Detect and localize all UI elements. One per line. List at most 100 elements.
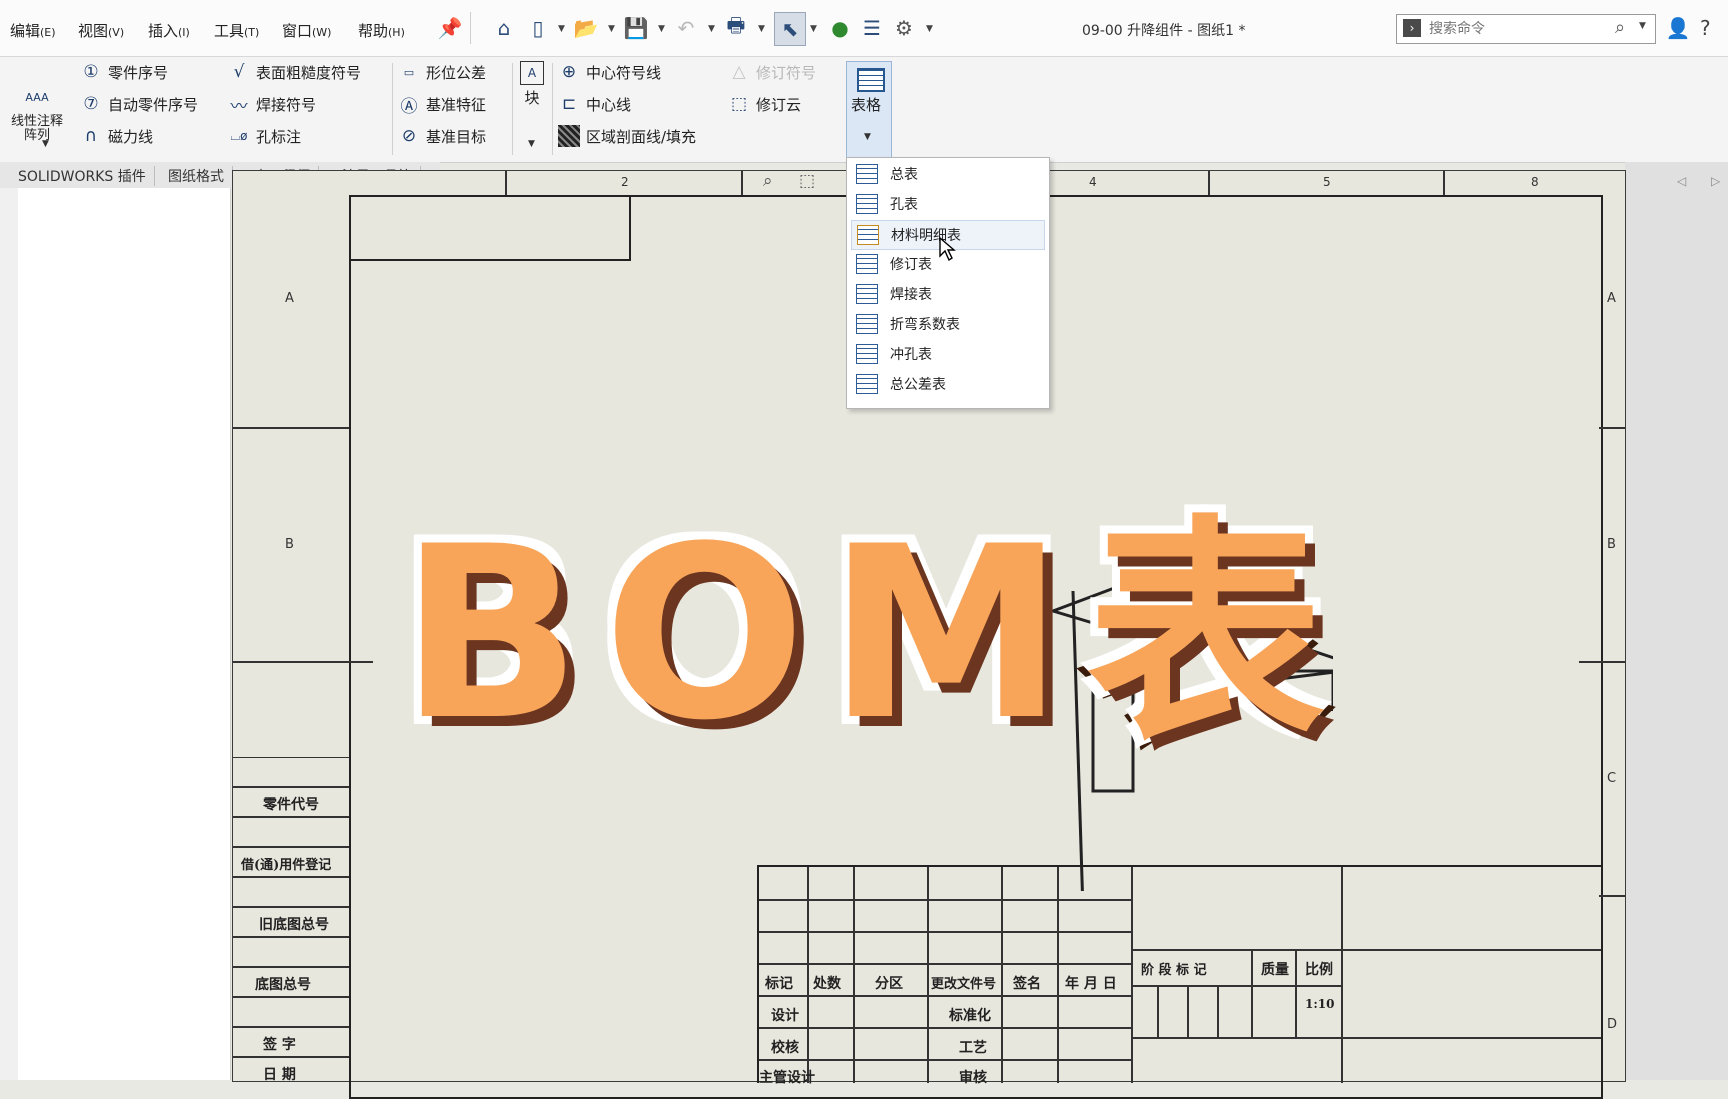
title-row-label: 标准化 [949,1008,991,1024]
button-label: 基准目标 [426,127,487,146]
table-line [233,906,349,908]
options-list-icon[interactable]: ☰ [858,14,886,42]
user-icon[interactable]: 👤 [1664,14,1692,42]
title-header: 签名 [1013,976,1041,992]
zone-line [233,661,373,663]
new-document-icon[interactable]: ▯ [524,14,552,42]
menu-item-tolerance-table[interactable]: 总公差表 [851,370,1043,398]
chevron-down-icon[interactable]: ▼ [758,24,765,34]
table-line [1131,949,1601,951]
zone-line [1599,895,1625,897]
table-button[interactable]: 表格 ▼ [846,61,892,158]
menu-help[interactable]: 帮助(H) [358,20,405,41]
table-icon [856,164,878,184]
corner-box [349,195,631,261]
weld-icon: 〰 [230,96,248,117]
hole-callout-button[interactable]: ⌴ø 孔标注 [228,125,302,147]
menu-item-general-table[interactable]: 总表 [851,160,1043,188]
row-zone-label: A [285,291,294,306]
tab-solidworks-addins[interactable]: SOLIDWORKS 插件 [10,166,155,186]
traffic-light-icon[interactable]: ● [826,14,854,42]
search-icon[interactable]: ⌕ [1615,17,1625,38]
auto-balloon-button[interactable]: ⑦ 自动零件序号 [80,93,198,115]
menu-item-hole-table[interactable]: 孔表 [851,190,1043,218]
weld-symbol-button[interactable]: 〰焊接符号 [228,93,317,117]
linear-note-pattern-button[interactable]: AAA 线性注释阵列 [2,87,72,143]
save-icon[interactable]: 💾 [622,14,650,42]
title-header: 更改文件号 [931,977,997,992]
hatch-fill-button[interactable]: ▨ 区域剖面线/填充 [558,125,696,147]
chevron-down-icon[interactable]: ▼ [42,139,49,149]
center-mark-button[interactable]: ⊕ 中心符号线 [558,61,661,83]
help-button[interactable]: ? [1700,16,1711,40]
mouse-cursor-icon [939,236,956,262]
panel-arrow-icon[interactable]: ◁ [1677,174,1686,188]
table-icon [857,68,885,92]
menu-item-weldment-table[interactable]: 焊接表 [851,280,1043,308]
select-cursor-icon[interactable]: ⬉ [774,12,806,46]
chevron-down-icon[interactable]: ▼ [608,24,615,34]
table-line [759,963,1131,965]
chevron-down-icon[interactable]: ▼ [528,139,535,149]
button-label: 磁力线 [108,127,154,146]
ribbon-divider [392,63,393,155]
chevron-down-icon[interactable]: ▼ [558,24,565,34]
chevron-down-icon[interactable]: ▼ [658,24,665,34]
table-line [1341,867,1343,1083]
geometric-tolerance-button[interactable]: ▭ 形位公差 [398,61,486,83]
menu-insert[interactable]: 插入(I) [148,20,190,41]
menu-item-punch-table[interactable]: 冲孔表 [851,340,1043,368]
bom-table-icon [857,225,879,245]
search-command-box[interactable]: › ⌕ ▼ [1396,14,1656,44]
block-button[interactable]: A块 [520,61,544,108]
centerline-button[interactable]: ⊏ 中心线 [558,93,631,115]
button-label: 区域剖面线/填充 [586,127,697,146]
hole-callout-icon: ⌴ø [230,128,248,143]
chevron-down-icon[interactable]: ▼ [810,24,817,34]
undo-icon[interactable]: ↶ [672,14,700,42]
revision-symbol-button[interactable]: △ 修订符号 [728,61,816,83]
gear-icon[interactable]: ⚙ [890,14,918,42]
menu-item-label: 孔表 [890,197,918,213]
tab-sheet-format[interactable]: 图纸格式 [160,166,233,186]
row-zone-label: C [1607,771,1617,786]
zoom-area-icon[interactable]: ⬚ [799,171,815,191]
table-line [233,1026,349,1028]
chevron-down-icon[interactable]: ▼ [1639,21,1646,31]
menu-item-bend-table[interactable]: 折弯系数表 [851,310,1043,338]
balloon-button[interactable]: ① 零件序号 [80,61,168,83]
table-line [233,816,349,818]
surface-finish-button[interactable]: √ 表面粗糙度符号 [228,61,361,83]
block-icon: A [520,61,544,85]
menu-view[interactable]: 视图(V) [78,20,124,41]
revision-cloud-button[interactable]: ⬚ 修订云 [728,93,801,115]
ribbon-divider [512,63,513,155]
chevron-down-icon[interactable]: ▼ [708,24,715,34]
open-folder-icon[interactable]: 📂 [572,14,600,42]
print-icon[interactable]: 🖶 [722,13,750,42]
zoom-icon[interactable]: ⌕ [763,171,773,191]
table-line [1131,867,1133,1083]
zone-line [1599,427,1625,429]
home-icon[interactable]: ⌂ [490,14,518,42]
magnetic-line-button[interactable]: ∩ 磁力线 [80,125,153,147]
button-label: 修订符号 [756,63,817,82]
record-label: 零件代号 [263,797,319,813]
search-input[interactable] [1427,18,1611,40]
menu-tools[interactable]: 工具(T) [214,20,259,41]
surface-finish-icon: √ [233,62,245,82]
menu-window[interactable]: 窗口(W) [282,20,331,41]
chevron-down-icon[interactable]: ▼ [926,24,933,34]
datum-feature-button[interactable]: Ⓐ 基准特征 [398,93,487,117]
pin-icon[interactable]: 📌 [436,14,464,42]
right-gutter: ◁ ▷ [1625,162,1728,1080]
menu-edit[interactable]: 编辑(E) [10,20,56,41]
left-collapse-strip[interactable] [0,188,19,1080]
title-row-label: 主管设计 [759,1070,815,1086]
button-label: 修订云 [756,95,802,114]
datum-target-button[interactable]: ⊘ 基准目标 [398,125,486,147]
chevron-down-icon[interactable]: ▼ [864,132,871,142]
panel-arrow-icon[interactable]: ▷ [1711,174,1720,188]
weld-table-icon [856,284,878,304]
button-label: 块 [524,89,540,107]
